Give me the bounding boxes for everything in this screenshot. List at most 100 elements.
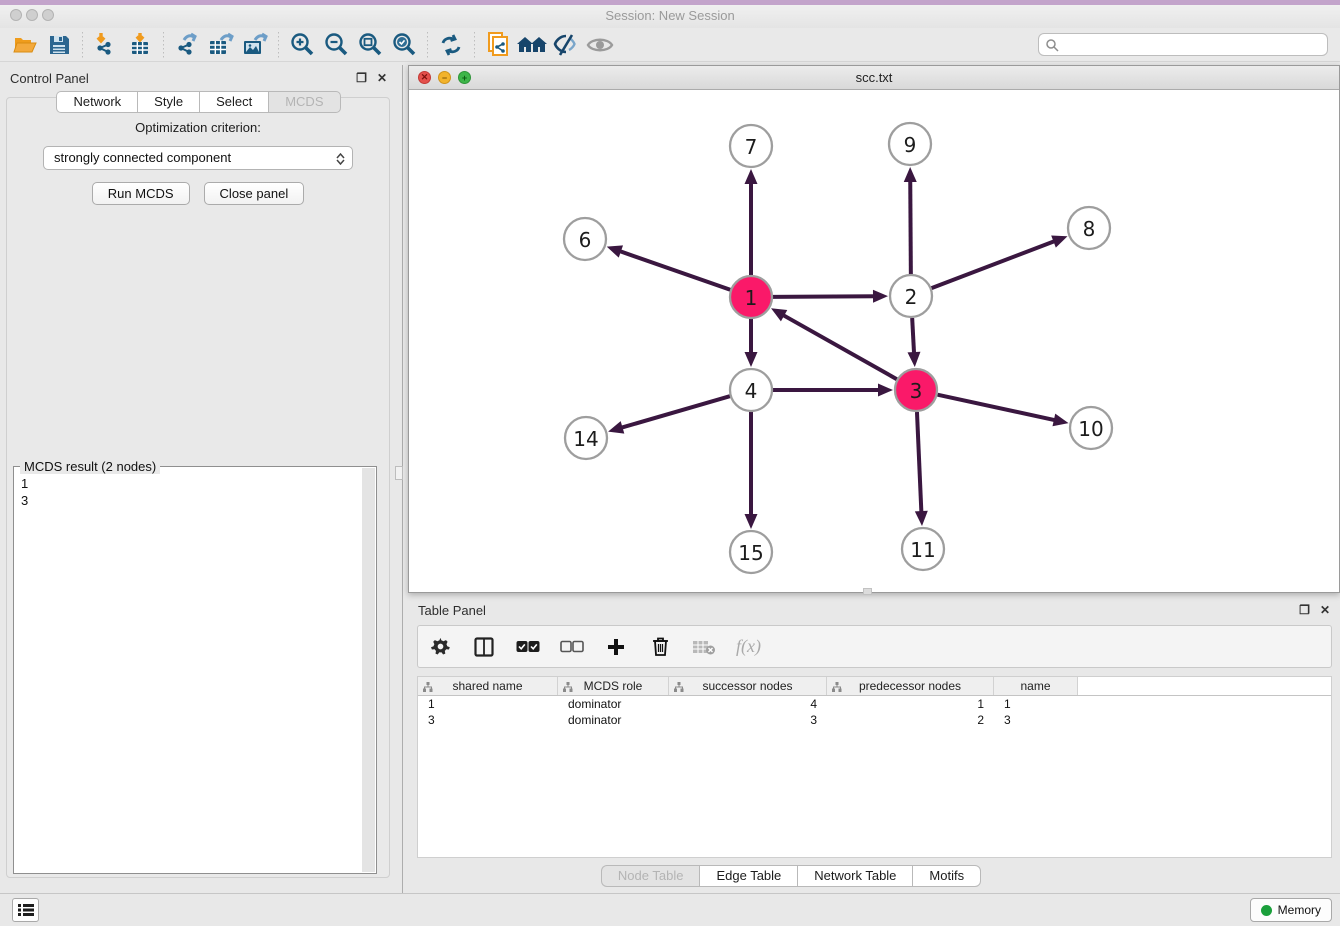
graph-edge[interactable]: [915, 412, 928, 526]
zoom-fit-icon[interactable]: [353, 30, 387, 60]
tab-select[interactable]: Select: [199, 91, 268, 113]
table-cell[interactable]: 2: [827, 713, 994, 727]
table-cell[interactable]: 4: [669, 697, 827, 711]
save-session-icon[interactable]: [42, 30, 76, 60]
graphics-details-icon[interactable]: [549, 30, 583, 60]
tab-mcds[interactable]: MCDS: [268, 91, 340, 113]
import-table-icon[interactable]: [123, 30, 157, 60]
deselect-all-icon[interactable]: [560, 635, 584, 659]
svg-text:7: 7: [745, 135, 758, 159]
graph-node-1[interactable]: 1: [730, 276, 772, 318]
tab-motifs[interactable]: Motifs: [912, 865, 981, 887]
search-input[interactable]: [1059, 38, 1321, 52]
tab-style[interactable]: Style: [137, 91, 199, 113]
zoom-selected-icon[interactable]: [387, 30, 421, 60]
export-network-icon[interactable]: [170, 30, 204, 60]
graph-edge[interactable]: [771, 308, 897, 379]
column-header-predecessor-nodes[interactable]: predecessor nodes: [827, 677, 994, 695]
graph-node-2[interactable]: 2: [890, 275, 932, 317]
control-panel: Control Panel ❐ ✕ NetworkStyleSelectMCDS…: [0, 65, 397, 880]
search-field[interactable]: [1038, 33, 1328, 56]
run-mcds-button[interactable]: Run MCDS: [92, 182, 190, 205]
graph-node-9[interactable]: 9: [889, 123, 931, 165]
graph-node-8[interactable]: 8: [1068, 207, 1110, 249]
toolbar-separator: [163, 32, 164, 58]
table-row[interactable]: 3dominator323: [418, 712, 1331, 728]
table-cell[interactable]: dominator: [558, 697, 669, 711]
delete-table-icon: [692, 635, 716, 659]
first-neighbors-icon[interactable]: [515, 30, 549, 60]
table-settings-icon[interactable]: [428, 635, 452, 659]
new-network-from-selection-icon[interactable]: [481, 30, 515, 60]
graph-node-6[interactable]: 6: [564, 218, 606, 260]
add-row-icon[interactable]: [604, 635, 628, 659]
graph-node-3[interactable]: 3: [895, 369, 937, 411]
memory-button[interactable]: Memory: [1250, 898, 1332, 922]
table-cell[interactable]: dominator: [558, 713, 669, 727]
column-layout-icon[interactable]: [472, 635, 496, 659]
network-graph[interactable]: 7 9 6 8 1 2 4 3 14 10 15 11: [409, 90, 1339, 592]
graph-edge[interactable]: [608, 396, 730, 433]
select-all-icon[interactable]: [516, 635, 540, 659]
graph-node-15[interactable]: 15: [730, 531, 772, 573]
graph-edge[interactable]: [932, 235, 1068, 288]
float-panel-icon[interactable]: ❐: [356, 71, 367, 85]
table-cell[interactable]: 1: [994, 697, 1078, 711]
optimization-dropdown[interactable]: strongly connected component: [43, 146, 353, 170]
column-header-successor-nodes[interactable]: successor nodes: [669, 677, 827, 695]
table-row[interactable]: 1dominator411: [418, 696, 1331, 712]
horizontal-splitter-handle[interactable]: [863, 588, 872, 595]
table-panel: Table Panel ❐ ✕ f(x) shared nameMCDS rol…: [408, 597, 1340, 893]
table-cell[interactable]: 3: [418, 713, 558, 727]
delete-row-icon[interactable]: [648, 635, 672, 659]
svg-text:15: 15: [738, 541, 763, 565]
graph-node-7[interactable]: 7: [730, 125, 772, 167]
close-table-panel-icon[interactable]: ✕: [1320, 603, 1330, 617]
open-session-icon[interactable]: [8, 30, 42, 60]
graph-node-14[interactable]: 14: [565, 417, 607, 459]
graph-node-4[interactable]: 4: [730, 369, 772, 411]
column-header-name[interactable]: name: [994, 677, 1078, 695]
graph-edge[interactable]: [745, 319, 758, 367]
column-header-shared-name[interactable]: shared name: [418, 677, 558, 695]
graph-edge[interactable]: [937, 395, 1068, 427]
zoom-in-icon[interactable]: [285, 30, 319, 60]
svg-text:14: 14: [573, 427, 598, 451]
tab-network[interactable]: Network: [56, 91, 137, 113]
graph-edge[interactable]: [773, 384, 893, 397]
table-cell[interactable]: 3: [994, 713, 1078, 727]
status-bar: Memory: [0, 893, 1340, 926]
graph-edge[interactable]: [745, 412, 758, 529]
float-table-panel-icon[interactable]: ❐: [1299, 603, 1310, 617]
export-image-icon[interactable]: [238, 30, 272, 60]
tab-edge-table[interactable]: Edge Table: [699, 865, 797, 887]
graph-edge[interactable]: [773, 290, 888, 303]
tab-node-table[interactable]: Node Table: [601, 865, 700, 887]
export-table-icon[interactable]: [204, 30, 238, 60]
task-history-button[interactable]: [12, 898, 39, 922]
graph-node-11[interactable]: 11: [902, 528, 944, 570]
result-scrollbar[interactable]: [362, 468, 375, 872]
network-canvas[interactable]: 7 9 6 8 1 2 4 3 14 10 15 11: [409, 90, 1339, 592]
graph-edge[interactable]: [904, 167, 917, 274]
graph-edge[interactable]: [907, 318, 920, 367]
vertical-splitter-handle[interactable]: [395, 466, 403, 480]
network-window-titlebar[interactable]: ✕ − + scc.txt: [409, 66, 1339, 90]
apply-layout-icon[interactable]: [434, 30, 468, 60]
close-panel-button[interactable]: Close panel: [204, 182, 305, 205]
import-network-icon[interactable]: [89, 30, 123, 60]
table-cell[interactable]: 1: [418, 697, 558, 711]
control-panel-title: Control Panel: [10, 71, 89, 86]
close-panel-icon[interactable]: ✕: [377, 71, 387, 85]
graph-edge[interactable]: [607, 245, 731, 289]
node-table[interactable]: shared nameMCDS rolesuccessor nodesprede…: [417, 676, 1332, 858]
column-header-MCDS-role[interactable]: MCDS role: [558, 677, 669, 695]
graph-node-10[interactable]: 10: [1070, 407, 1112, 449]
zoom-out-icon[interactable]: [319, 30, 353, 60]
toolbar-separator: [474, 32, 475, 58]
tab-network-table[interactable]: Network Table: [797, 865, 912, 887]
graph-edge[interactable]: [745, 169, 758, 275]
table-cell[interactable]: 1: [827, 697, 994, 711]
svg-text:1: 1: [745, 286, 758, 310]
table-cell[interactable]: 3: [669, 713, 827, 727]
